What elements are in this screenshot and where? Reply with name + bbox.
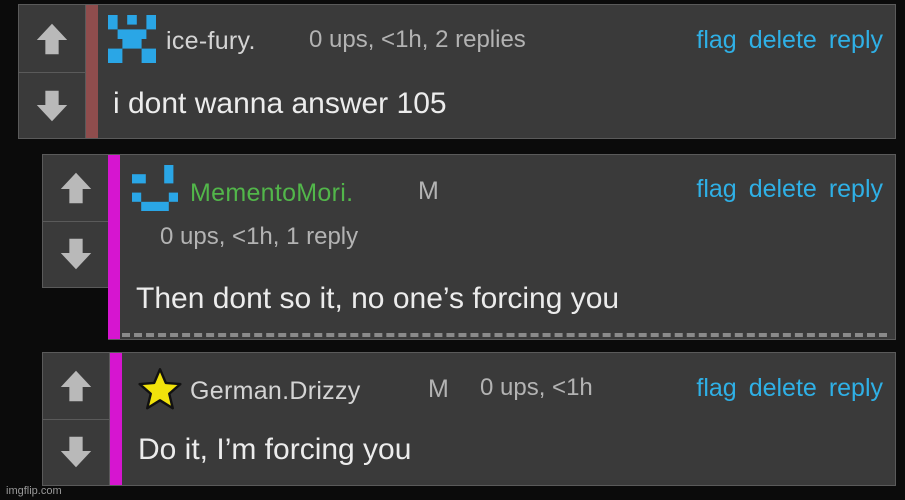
up-arrow-icon	[60, 370, 92, 402]
star-avatar-icon[interactable]	[138, 367, 182, 411]
username-link[interactable]: ice-fury.	[166, 27, 256, 56]
username-link[interactable]: German.Drizzy	[190, 377, 361, 406]
thread-divider	[122, 333, 887, 337]
comment-actions: flag delete reply	[696, 26, 883, 55]
thread-bar	[86, 5, 98, 138]
comment-text: Then dont so it, no one’s forcing you	[136, 282, 620, 315]
comment-text: Do it, I’m forcing you	[138, 433, 412, 466]
flag-button[interactable]: flag	[696, 26, 736, 55]
comment-actions: flag delete reply	[696, 175, 883, 204]
comment-german-drizzy: German.Drizzy M 0 ups, <1h flag delete r…	[42, 352, 896, 486]
pixel-smile-avatar-icon[interactable]	[132, 165, 178, 211]
upvote-button[interactable]	[43, 353, 109, 420]
thread-bar	[110, 353, 122, 485]
flag-button[interactable]: flag	[696, 175, 736, 204]
downvote-button[interactable]	[43, 221, 109, 287]
vote-column	[43, 155, 110, 287]
delete-button[interactable]: delete	[749, 175, 817, 204]
down-arrow-icon	[60, 436, 92, 468]
delete-button[interactable]: delete	[749, 374, 817, 403]
upvote-button[interactable]	[43, 155, 109, 222]
vote-column	[43, 353, 110, 485]
comment-meta: 0 ups, <1h, 1 reply	[160, 223, 359, 250]
reply-button[interactable]: reply	[829, 26, 883, 55]
comment-meta: 0 ups, <1h	[480, 374, 593, 401]
moderator-badge: M	[428, 375, 449, 403]
comment-text: i dont wanna answer 105	[113, 87, 447, 120]
up-arrow-icon	[36, 23, 68, 54]
pixel-face-avatar-icon[interactable]	[108, 15, 156, 63]
comment-ice-fury: ice-fury. 0 ups, <1h, 2 replies flag del…	[18, 4, 896, 139]
downvote-button[interactable]	[43, 419, 109, 485]
username-link[interactable]: MementoMori.	[190, 179, 353, 208]
delete-button[interactable]: delete	[749, 26, 817, 55]
flag-button[interactable]: flag	[696, 374, 736, 403]
downvote-button[interactable]	[19, 72, 85, 139]
reply-button[interactable]: reply	[829, 374, 883, 403]
thread-bar	[108, 155, 120, 339]
upvote-button[interactable]	[19, 5, 85, 73]
comment-meta: 0 ups, <1h, 2 replies	[309, 26, 526, 53]
up-arrow-icon	[60, 172, 92, 204]
down-arrow-icon	[36, 90, 68, 121]
comment-mementomori-body: MementoMori. M flag delete reply 0 ups, …	[108, 154, 896, 340]
comment-actions: flag delete reply	[696, 374, 883, 403]
vote-column	[19, 5, 86, 138]
watermark: imgflip.com	[6, 485, 62, 497]
moderator-badge: M	[418, 177, 439, 205]
reply-button[interactable]: reply	[829, 175, 883, 204]
down-arrow-icon	[60, 238, 92, 270]
